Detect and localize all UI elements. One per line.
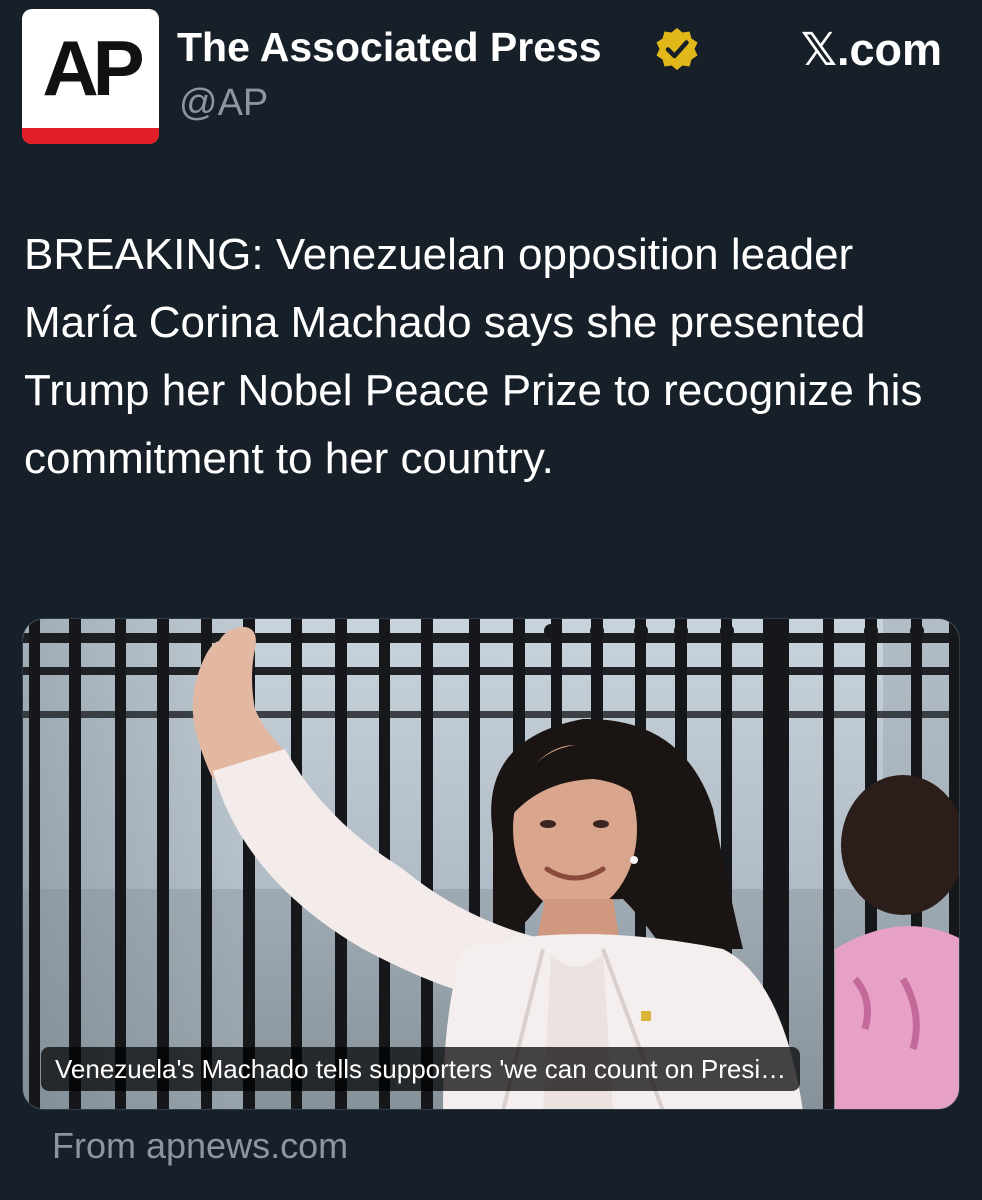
tweet-header: AP The Associated Press @AP 𝕏.com bbox=[0, 0, 982, 160]
link-preview-card[interactable]: Venezuela's Machado tells supporters 'we… bbox=[22, 618, 960, 1110]
display-name[interactable]: The Associated Press bbox=[177, 22, 602, 72]
news-photo bbox=[23, 619, 959, 1109]
avatar[interactable]: AP bbox=[22, 9, 159, 144]
avatar-logo-text: AP bbox=[42, 24, 144, 112]
x-logo-icon: 𝕏 bbox=[800, 23, 837, 76]
media-caption: Venezuela's Machado tells supporters 'we… bbox=[41, 1047, 801, 1091]
avatar-red-bar bbox=[22, 128, 159, 144]
link-source[interactable]: From apnews.com bbox=[52, 1124, 348, 1168]
tweet-text: BREAKING: Venezuelan opposition leader M… bbox=[24, 230, 923, 483]
user-handle[interactable]: @AP bbox=[179, 80, 268, 126]
verified-badge-icon bbox=[656, 28, 698, 70]
site-logo: 𝕏.com bbox=[801, 24, 942, 76]
site-logo-text: .com bbox=[836, 24, 942, 75]
